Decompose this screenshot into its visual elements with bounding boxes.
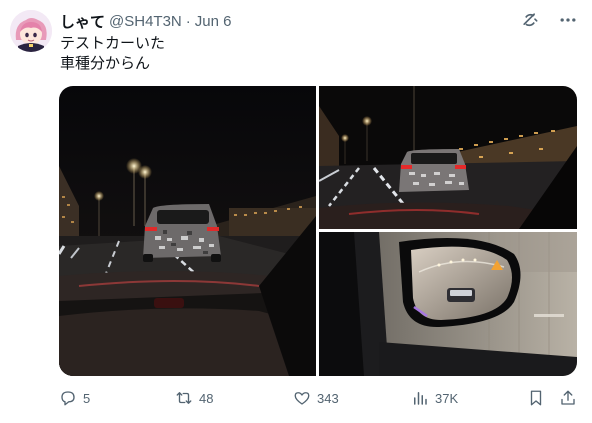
like-icon	[294, 392, 310, 405]
views-button[interactable]: 37K	[411, 389, 458, 407]
tweet-header: しゃて @SH4T3N · Jun 6	[60, 11, 231, 31]
user-handle[interactable]: @SH4T3N	[109, 13, 182, 30]
share-button[interactable]	[559, 389, 577, 407]
display-name[interactable]: しゃて	[60, 11, 105, 32]
avatar-image	[10, 10, 52, 52]
retweet-count: 48	[199, 390, 214, 406]
reply-icon	[61, 391, 75, 406]
photo-highway-closer[interactable]	[319, 86, 577, 229]
tweet-text: テストカーいた 車種分からん	[60, 34, 165, 74]
separator-dot: ·	[185, 12, 191, 30]
like-count: 343	[317, 390, 339, 406]
tweet-actions: 5 48 343 37K	[59, 389, 577, 409]
tweet-text-line: 車種分からん	[60, 55, 151, 72]
photo-side-mirror[interactable]	[319, 232, 577, 376]
post-date[interactable]: Jun 6	[195, 13, 232, 30]
tweet-text-line: テストカーいた	[60, 35, 166, 52]
media-grid	[59, 86, 577, 376]
grok-icon[interactable]	[520, 10, 540, 30]
bookmark-icon	[530, 390, 542, 406]
retweet-button[interactable]: 48	[175, 389, 213, 407]
retweet-icon	[176, 392, 192, 404]
reply-count: 5	[83, 390, 91, 406]
photo-highway-rear[interactable]	[59, 86, 316, 376]
bookmark-button[interactable]	[527, 389, 545, 407]
reply-button[interactable]: 5	[59, 389, 90, 407]
like-button[interactable]: 343	[293, 389, 339, 407]
avatar[interactable]	[10, 10, 52, 52]
more-icon[interactable]	[558, 10, 578, 30]
share-icon	[561, 390, 575, 405]
views-icon	[414, 392, 427, 405]
tweet-top-actions	[520, 10, 578, 30]
view-count: 37K	[435, 390, 459, 406]
